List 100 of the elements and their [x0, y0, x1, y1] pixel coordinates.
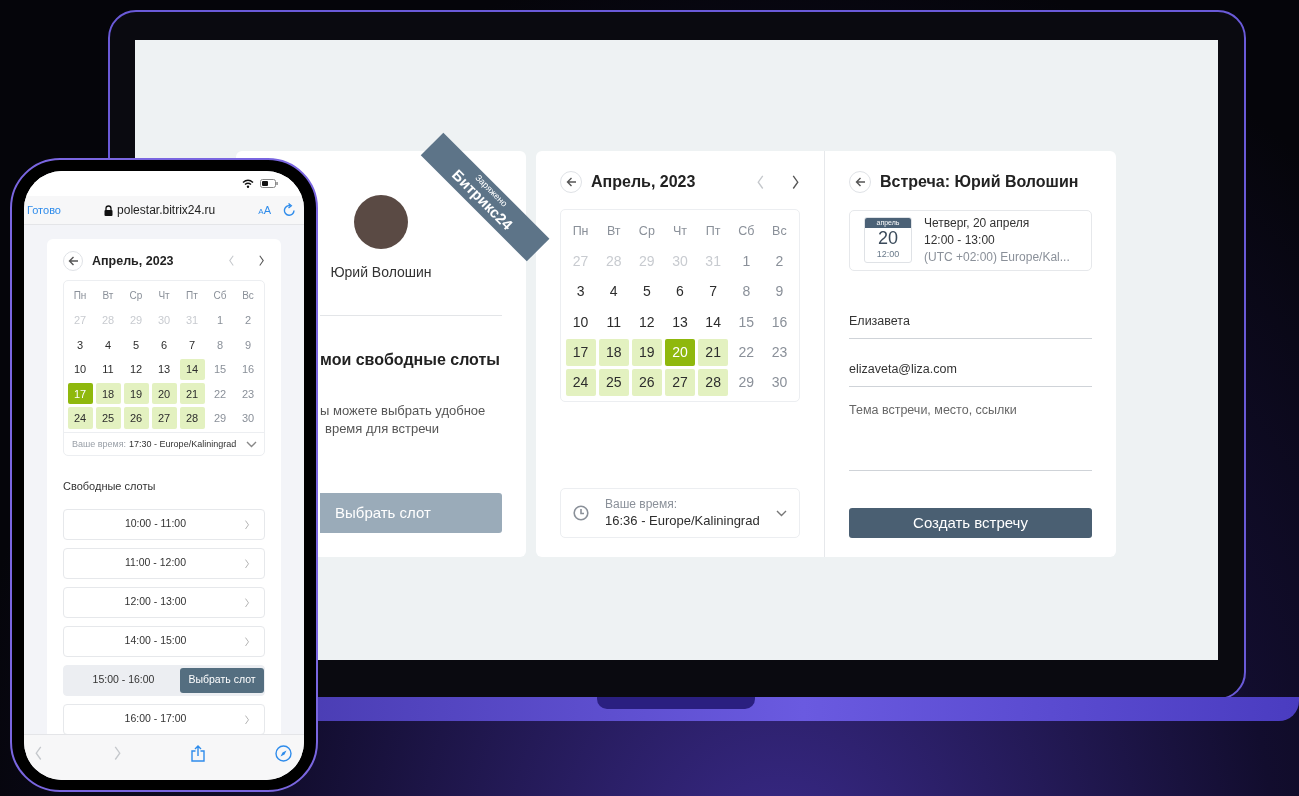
calendar-day[interactable]: 28 — [179, 407, 205, 429]
calendar-day[interactable]: 27 — [151, 407, 177, 429]
calendar-day[interactable]: 3 — [67, 334, 93, 356]
calendar-day[interactable]: 13 — [664, 308, 696, 336]
calendar-day[interactable]: 25 — [95, 407, 121, 429]
weekday-label: Сб — [212, 289, 228, 303]
lock-icon — [104, 204, 114, 216]
weekday-label: Вт — [101, 289, 115, 303]
calendar-day[interactable]: 12 — [631, 308, 662, 336]
calendar-day[interactable]: 17 — [565, 338, 596, 366]
calendar-day[interactable]: 27 — [664, 369, 696, 397]
text-field[interactable]: Елизавета — [849, 305, 1092, 339]
wifi-icon — [242, 179, 254, 188]
calendar-day[interactable]: 14 — [179, 358, 205, 381]
weekday-label: Вс — [241, 289, 255, 303]
share-icon[interactable] — [191, 745, 206, 762]
create-meeting-button[interactable]: Создать встречу — [849, 508, 1092, 538]
chevron-right-icon[interactable] — [244, 558, 250, 569]
calendar-day[interactable]: 11 — [598, 308, 629, 336]
weekday-label: Вт — [605, 223, 622, 240]
badge-day: 20 — [865, 228, 911, 249]
weekday-label: Чт — [671, 223, 688, 240]
calendar-title: Апрель, 2023 — [591, 172, 696, 192]
calendar-day[interactable]: 6 — [664, 278, 696, 306]
meeting-detail: 12:00 - 13:00 — [924, 232, 996, 249]
timezone-selector[interactable]: Ваше время: 16:36 - Europe/Kaliningrad — [560, 488, 800, 538]
weekday-label: Ср — [128, 289, 144, 303]
calendar-day[interactable]: 7 — [698, 278, 729, 306]
calendar-day[interactable]: 19 — [123, 383, 149, 405]
calendar-day[interactable]: 11 — [95, 358, 121, 381]
calendar-day[interactable]: 4 — [95, 334, 121, 356]
calendar-day[interactable]: 18 — [95, 383, 121, 405]
chevron-right-icon[interactable] — [112, 746, 122, 761]
calendar-day[interactable]: 10 — [565, 308, 596, 336]
calendar-day[interactable]: 5 — [123, 334, 149, 356]
compass-icon[interactable] — [274, 745, 292, 762]
calendar-day[interactable]: 13 — [151, 358, 177, 381]
address-text: polestar.bitrix24.ru — [117, 202, 216, 219]
calendar-day[interactable]: 6 — [151, 334, 177, 356]
next-month-button[interactable] — [791, 174, 800, 190]
chevron-right-icon[interactable] — [244, 519, 250, 530]
calendar-day[interactable]: 21 — [698, 338, 729, 366]
chevron-right-icon[interactable] — [244, 636, 250, 647]
previous-month-button[interactable] — [756, 174, 765, 190]
calendar-day[interactable]: 10 — [67, 358, 93, 381]
calendar-day[interactable]: 21 — [179, 383, 205, 405]
host-name: Юрий Волошин — [329, 263, 433, 282]
weekday-label: Ср — [637, 223, 656, 240]
calendar-day[interactable]: 12 — [123, 358, 149, 381]
time-slot[interactable]: 10:00 - 11:00 — [63, 508, 265, 540]
chevron-right-icon[interactable] — [244, 597, 250, 608]
calendar-day[interactable]: 26 — [123, 407, 149, 429]
clock-icon — [573, 505, 589, 521]
meeting-detail: (UTC +02:00) Europe/Kal... — [924, 249, 1070, 266]
calendar-day[interactable]: 14 — [698, 308, 729, 336]
calendar-day[interactable]: 26 — [631, 369, 662, 397]
description-line: ы можете выбрать удобное — [320, 402, 487, 420]
back-button[interactable] — [63, 251, 83, 271]
timezone-value: 16:36 - Europe/Kaliningrad — [605, 512, 760, 529]
reload-icon[interactable] — [283, 203, 296, 217]
time-slot[interactable]: 14:00 - 15:00 — [63, 625, 265, 657]
calendar-day[interactable]: 4 — [598, 278, 629, 306]
time-slot[interactable]: 15:00 - 16:00 Выбрать слот — [63, 664, 265, 696]
weekday-label: Пн — [72, 289, 88, 303]
calendar-day[interactable]: 20 — [151, 383, 177, 405]
slot-time: 14:00 - 15:00 — [123, 633, 188, 649]
timezone-selector[interactable]: Ваше время: 17:30 - Europe/Kaliningrad — [64, 432, 264, 456]
chevron-right-icon[interactable] — [244, 714, 250, 725]
time-slot[interactable]: 11:00 - 12:00 — [63, 547, 265, 579]
time-slot[interactable]: 16:00 - 17:00 — [63, 703, 265, 734]
calendar-day[interactable]: 24 — [565, 369, 596, 397]
slot-time: 12:00 - 13:00 — [123, 594, 188, 610]
calendar-day[interactable]: 3 — [565, 278, 596, 306]
avatar-placeholder — [354, 195, 408, 249]
arrow-left-icon — [854, 177, 866, 187]
back-button[interactable] — [849, 171, 871, 193]
previous-month-button[interactable] — [228, 255, 235, 267]
text-field[interactable]: elizaveta@liza.com — [849, 353, 1092, 387]
back-button[interactable] — [560, 171, 582, 193]
weekday-label: Вс — [771, 223, 788, 240]
next-month-button[interactable] — [258, 255, 265, 267]
calendar-day[interactable]: 18 — [598, 338, 629, 366]
chevron-left-icon[interactable] — [34, 746, 43, 761]
slot-time: 10:00 - 11:00 — [123, 516, 188, 532]
select-slot-button[interactable]: Выбрать слот — [180, 667, 264, 693]
calendar-day[interactable]: 5 — [631, 278, 662, 306]
calendar-day[interactable]: 7 — [179, 334, 205, 356]
battery-icon — [260, 179, 278, 188]
calendar-day[interactable]: 28 — [698, 369, 729, 397]
timezone-label: Ваше время: — [72, 437, 127, 451]
topic-field[interactable]: Тема встречи, место, ссылки — [849, 401, 1092, 471]
arrow-left-icon — [67, 256, 79, 266]
time-slot[interactable]: 12:00 - 13:00 — [63, 586, 265, 618]
weekday-label: Пт — [185, 289, 199, 303]
calendar-day[interactable]: 19 — [631, 338, 662, 366]
chevron-down-icon — [246, 440, 257, 448]
calendar-day[interactable]: 24 — [67, 407, 93, 429]
chevron-down-icon — [776, 509, 787, 517]
calendar-day[interactable]: 25 — [598, 369, 629, 397]
description-line: время для встречи — [324, 420, 441, 438]
